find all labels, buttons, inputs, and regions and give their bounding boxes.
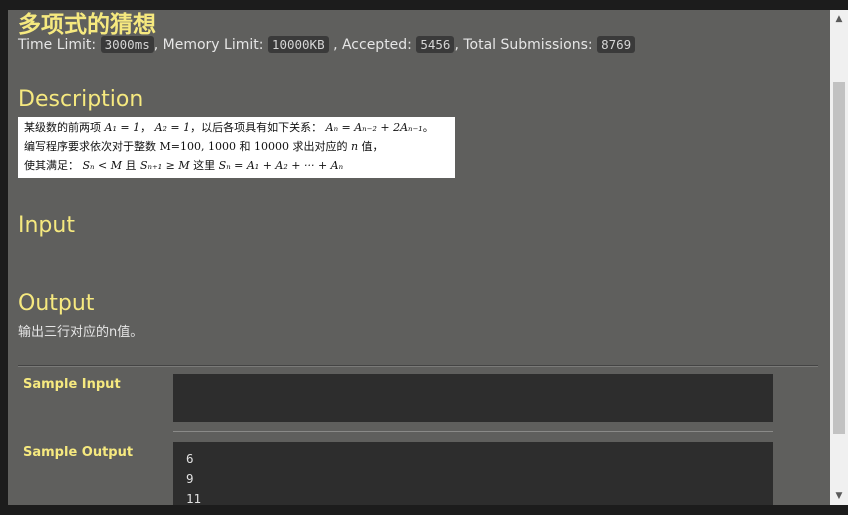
- sample-output-line: 9: [186, 471, 194, 486]
- sample-input-box[interactable]: [173, 374, 773, 422]
- output-description: 输出三行对应的n值。: [18, 325, 144, 340]
- description-image: 某级数的前两项 A₁ = 1， A₂ = 1，以后各项具有如下关系： Aₙ = …: [18, 117, 455, 178]
- time-limit-value: 3000ms: [100, 36, 154, 53]
- formula: Sₙ₊₁ ≥ M: [139, 159, 190, 172]
- separator: ,: [153, 37, 159, 53]
- input-heading: Input: [18, 213, 75, 238]
- memory-limit-label: Memory Limit:: [162, 37, 264, 53]
- section-divider: [18, 365, 818, 367]
- scroll-up-arrow-icon[interactable]: ▲: [830, 10, 848, 28]
- description-text: 某级数的前两项: [24, 121, 101, 134]
- problem-title: 多项式的猜想: [18, 12, 156, 38]
- total-submissions-value: 8769: [597, 36, 636, 53]
- formula: Sₙ = A₁ + A₂ + ··· + Aₙ: [218, 159, 344, 172]
- scroll-down-arrow-icon[interactable]: ▼: [830, 487, 848, 505]
- accepted-label: Accepted:: [341, 37, 412, 53]
- description-text: 这里: [193, 159, 216, 172]
- vertical-scrollbar[interactable]: ▲ ▼: [830, 10, 848, 505]
- sample-output-line: 6: [186, 451, 194, 466]
- sample-output-label: Sample Output: [23, 445, 134, 460]
- time-limit-label: Time Limit:: [18, 37, 97, 53]
- output-heading: Output: [18, 291, 95, 316]
- formula: Aₙ = Aₙ₋₂ + 2Aₙ₋₁: [325, 121, 423, 134]
- sample-output-line: 11: [186, 491, 202, 505]
- scrollbar-thumb[interactable]: [833, 82, 845, 434]
- description-heading: Description: [18, 87, 144, 112]
- description-line-3: 使其满足： Sₙ < M 且 Sₙ₊₁ ≥ M 这里 Sₙ = A₁ + A₂ …: [24, 156, 449, 175]
- description-line-1: 某级数的前两项 A₁ = 1， A₂ = 1，以后各项具有如下关系： Aₙ = …: [24, 118, 449, 137]
- memory-limit-value: 10000KB: [267, 36, 329, 53]
- description-text: 使其满足：: [24, 159, 79, 172]
- sample-separator: [173, 431, 773, 432]
- total-submissions-label: Total Submissions:: [463, 37, 593, 53]
- description-text: ，: [140, 121, 152, 134]
- problem-page: 多项式的猜想 Time Limit: 3000ms, Memory Limit:…: [8, 10, 830, 505]
- description-text: 。: [422, 121, 434, 134]
- sample-input-label: Sample Input: [23, 377, 121, 392]
- limits-bar: Time Limit: 3000ms, Memory Limit: 10000K…: [18, 36, 636, 53]
- formula: A₁ = 1: [104, 121, 141, 134]
- description-line-2: 编写程序要求依次对于整数 M=100, 1000 和 10000 求出对应的 n…: [24, 137, 449, 156]
- formula: A₂ = 1: [154, 121, 191, 134]
- sample-output-box[interactable]: 6 9 11: [173, 442, 773, 505]
- description-text: 且: [125, 159, 137, 172]
- description-text: ，以后各项具有如下关系：: [190, 121, 323, 134]
- formula: Sₙ < M: [82, 159, 122, 172]
- description-text: 编写程序要求依次对于整数 M=100, 1000 和 10000 求出对应的: [24, 140, 348, 153]
- separator: ,: [454, 37, 459, 53]
- formula: n: [350, 140, 359, 153]
- description-text: 值，: [361, 140, 384, 153]
- separator: ,: [333, 37, 338, 53]
- accepted-value: 5456: [416, 36, 455, 53]
